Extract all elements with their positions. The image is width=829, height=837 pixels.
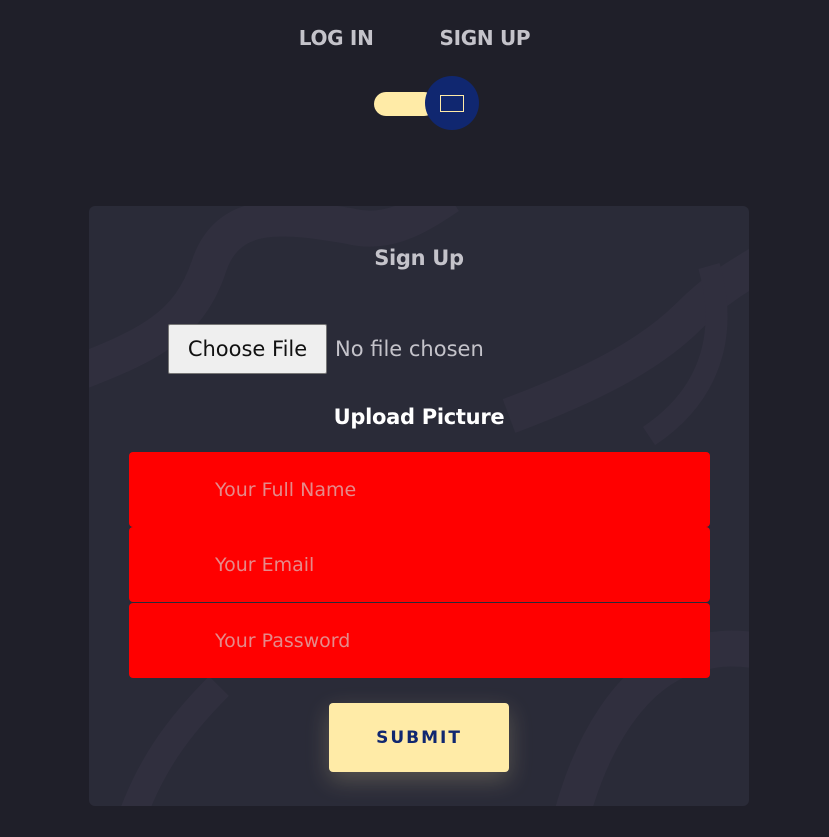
password-field: [129, 603, 710, 678]
card-title: Sign Up: [374, 246, 464, 270]
tab-sign-up[interactable]: SIGN UP: [440, 26, 531, 50]
toggle-knob[interactable]: [425, 76, 479, 130]
file-status: No file chosen: [335, 337, 484, 361]
toggle-icon: [440, 94, 464, 112]
auth-tabs: LOG IN SIGN UP: [0, 26, 829, 50]
password-input[interactable]: [215, 629, 695, 652]
file-upload: Choose File No file chosen: [168, 324, 484, 374]
email-field: [129, 527, 710, 602]
full-name-input[interactable]: [215, 478, 695, 501]
email-input[interactable]: [215, 553, 695, 576]
upload-picture-label: Upload Picture: [333, 405, 505, 429]
submit-button[interactable]: SUBMIT: [329, 703, 509, 772]
tab-log-in[interactable]: LOG IN: [299, 26, 374, 50]
signup-card: Sign Up Choose File No file chosen Uploa…: [89, 206, 749, 806]
login-signup-toggle[interactable]: [374, 76, 480, 132]
full-name-field: [129, 452, 710, 527]
choose-file-button[interactable]: Choose File: [168, 324, 327, 374]
